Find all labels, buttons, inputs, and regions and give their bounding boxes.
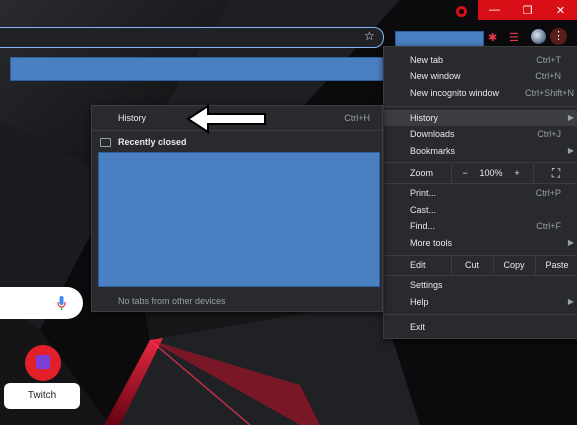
menu-separator [384, 183, 577, 184]
menu-item-help[interactable]: Help ▶ [384, 294, 577, 310]
minimize-icon: — [489, 4, 500, 16]
menu-item-label: Cast... [410, 205, 437, 215]
record-indicator-icon [456, 6, 467, 17]
edit-label: Edit [410, 260, 426, 270]
menu-item-shortcut: Ctrl+H [344, 113, 370, 123]
menu-item-label: History [410, 113, 439, 123]
history-submenu: History Ctrl+H Recently closed No tabs f… [91, 105, 383, 312]
menu-item-label: New window [410, 71, 461, 81]
cut-button[interactable]: Cut [452, 256, 492, 274]
menu-item-exit[interactable]: Exit [384, 319, 577, 335]
menu-item-label: Exit [410, 322, 426, 332]
menu-item-shortcut: Ctrl+T [536, 55, 561, 65]
star-icon[interactable]: ☆ [364, 29, 375, 43]
twitch-shortcut-tile[interactable] [25, 345, 61, 381]
title-bar: — ❐ ✕ [0, 0, 577, 22]
puzzle-icon[interactable]: ✱ [488, 31, 497, 44]
zoom-label: Zoom [410, 168, 434, 178]
close-button[interactable]: ✕ [544, 0, 577, 20]
left-arrow-annotation [186, 104, 266, 134]
menu-separator [384, 106, 577, 107]
chevron-right-icon: ▶ [567, 113, 574, 122]
menu-item-shortcut: Ctrl+N [535, 71, 561, 81]
restore-icon: ❐ [522, 4, 533, 17]
menu-item-settings[interactable]: Settings [384, 277, 577, 293]
other-devices-item: No tabs from other devices [92, 293, 382, 309]
menu-item-label: Print... [410, 188, 437, 198]
recently-closed-header: Recently closed [92, 134, 382, 150]
paste-button[interactable]: Paste [536, 256, 577, 274]
zoom-in-button[interactable]: + [504, 164, 530, 182]
copy-button[interactable]: Copy [494, 256, 534, 274]
menu-item-label: Find... [410, 221, 436, 231]
menu-item-bookmarks[interactable]: Bookmarks ▶ [384, 143, 577, 159]
twitch-icon [36, 355, 50, 369]
edit-row: Edit Cut Copy Paste [384, 256, 577, 274]
menu-separator [384, 314, 577, 315]
menu-item-new-tab[interactable]: New tab Ctrl+T [384, 52, 577, 68]
restore-button[interactable]: ❐ [511, 0, 544, 20]
menu-item-shortcut: Ctrl+J [537, 129, 561, 139]
menu-item-label: Bookmarks [410, 146, 456, 156]
menu-item-label: No tabs from other devices [118, 296, 226, 306]
menu-item-label: More tools [410, 238, 453, 248]
twitch-shortcut-label[interactable]: Twitch [4, 383, 80, 409]
menu-item-cast[interactable]: Cast... [384, 202, 577, 218]
kebab-menu-icon[interactable]: ⋮ [550, 28, 567, 45]
menu-item-shortcut: Ctrl+P [535, 188, 561, 198]
address-bar[interactable] [0, 27, 384, 48]
menu-separator [384, 275, 577, 276]
fullscreen-icon[interactable]: ⛶ [534, 164, 577, 182]
chevron-right-icon: ▶ [567, 297, 574, 306]
zoom-row: Zoom − 100% + ⛶ [384, 164, 577, 182]
microphone-icon[interactable] [57, 296, 66, 310]
chevron-right-icon: ▶ [567, 238, 574, 247]
ntp-search-box[interactable] [0, 287, 83, 319]
minimize-button[interactable]: — [478, 0, 511, 20]
zoom-level: 100% [479, 168, 503, 178]
chrome-main-menu: New tab Ctrl+T New window Ctrl+N New inc… [383, 46, 577, 339]
media-queue-icon[interactable]: ☰ [509, 31, 519, 44]
redacted-region [10, 57, 388, 81]
menu-item-label: History [118, 113, 147, 123]
menu-item-print[interactable]: Print... Ctrl+P [384, 185, 577, 201]
menu-item-history[interactable]: History ▶ [384, 110, 577, 126]
menu-item-shortcut: Ctrl+Shift+N [524, 88, 574, 98]
redacted-region [98, 152, 380, 287]
close-icon: ✕ [555, 4, 566, 17]
menu-item-label: Recently closed [118, 137, 187, 147]
avatar[interactable] [531, 29, 546, 44]
folder-icon [100, 138, 111, 147]
menu-item-label: Downloads [410, 129, 455, 139]
menu-item-label: New tab [410, 55, 444, 65]
menu-item-label: New incognito window [410, 88, 500, 98]
menu-item-shortcut: Ctrl+F [536, 221, 561, 231]
zoom-out-button[interactable]: − [452, 164, 478, 182]
menu-separator [384, 162, 577, 163]
menu-item-label: Settings [410, 280, 443, 290]
menu-item-downloads[interactable]: Downloads Ctrl+J [384, 126, 577, 142]
menu-item-more-tools[interactable]: More tools ▶ [384, 235, 577, 251]
menu-item-new-window[interactable]: New window Ctrl+N [384, 68, 577, 84]
menu-item-new-incognito-window[interactable]: New incognito window Ctrl+Shift+N [384, 85, 577, 101]
menu-item-find[interactable]: Find... Ctrl+F [384, 218, 577, 234]
chevron-right-icon: ▶ [567, 146, 574, 155]
menu-item-label: Help [410, 297, 429, 307]
